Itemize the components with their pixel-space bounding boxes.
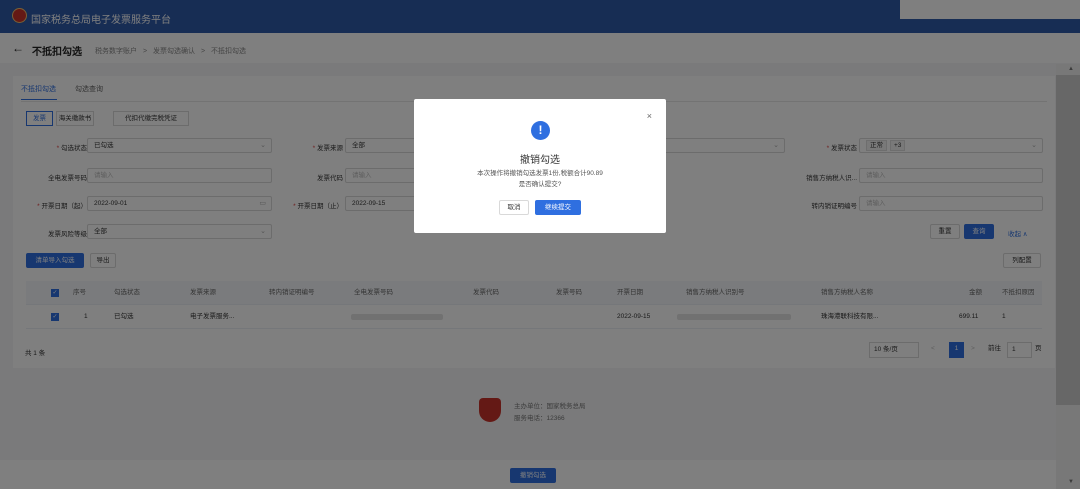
dialog-question: 是否确认提交? [518,181,562,188]
dialog-message: 本次操作将撤销勾选发票1份,税额合计90.89 [477,170,603,177]
cancel-button[interactable]: 取消 [499,200,529,215]
modal-overlay[interactable] [0,0,1080,489]
continue-submit-button[interactable]: 继续提交 [535,200,581,215]
warning-icon: ! [531,121,550,140]
confirm-dialog: × ! 撤销勾选 本次操作将撤销勾选发票1份,税额合计90.89 是否确认提交?… [414,99,666,233]
dialog-title: 撤销勾选 [520,155,560,166]
close-icon[interactable]: × [647,111,652,121]
